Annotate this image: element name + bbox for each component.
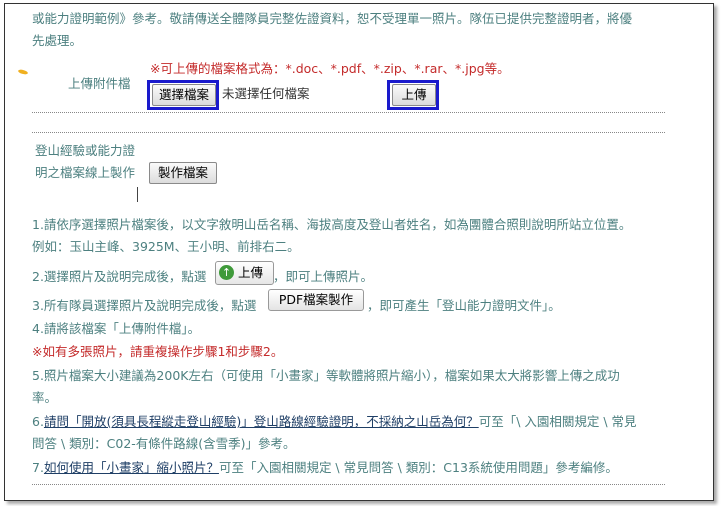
pdf-make-button[interactable]: PDF檔案製作 <box>268 289 364 311</box>
page-frame: 或能力證明範例》參考。敬請傳送全體隊員完整佐證資料，恕不受理單一照片。隊伍已提供… <box>4 3 714 501</box>
divider <box>32 132 665 133</box>
intro-line-2: 先處理。 <box>32 33 83 48</box>
step-4: 4.請將該檔案「上傳附件檔」。 <box>32 321 201 336</box>
step-2-suffix: ，即可上傳照片。 <box>273 269 374 284</box>
no-file-chosen-text: 未選擇任何檔案 <box>222 86 310 101</box>
step-6-suffix: 可至「\ 入園相關規定 \ 常見 <box>478 414 637 429</box>
step-3-prefix: 3.所有隊員選擇照片及說明完成後，點選 <box>32 298 257 313</box>
step-5-line-2: 率。 <box>32 390 58 405</box>
text-cursor <box>137 187 138 202</box>
step-6-prefix: 6. <box>32 414 44 429</box>
highlight-mark-icon <box>17 68 29 76</box>
step-5-line-1: 5.照片檔案大小建議為200K左右（可使用「小畫家」等軟體將照片縮小），檔案如果… <box>32 368 620 383</box>
online-label-line-2: 明之檔案線上製作 <box>35 165 136 180</box>
step-1-line-2: 例如：玉山主峰、3925M、王小明、前排右二。 <box>32 239 300 254</box>
step-6-line-1: 6.請問「開放(須具長程縱走登山經驗)」登山路線經驗證明，不採納之山岳為何？可至… <box>32 414 637 430</box>
multi-photo-note: ※如有多張照片，請重複操作步驟1和步驟2。 <box>32 344 284 359</box>
make-file-button[interactable]: 製作檔案 <box>149 162 217 184</box>
step-7-link[interactable]: 如何使用「小畫家」縮小照片？ <box>44 460 219 475</box>
step-7: 7.如何使用「小畫家」縮小照片？可至「入園相關規定 \ 常見問答 \ 類別：C1… <box>32 460 618 476</box>
step-6-line-2: 問答 \ 類別：C02-有條件路線(含雪季)」參考。 <box>32 436 296 451</box>
step-2-prefix: 2.選擇照片及說明完成後，點選 <box>32 269 207 284</box>
step-1-line-1: 1.請依序選擇照片檔案後，以文字敘明山岳名稱、海拔高度及登山者姓名，如為團體合照… <box>32 217 632 232</box>
step-7-prefix: 7. <box>32 460 44 475</box>
step-2-upload-button[interactable]: ↑ 上傳 <box>215 261 274 285</box>
upload-formats-note: ※可上傳的檔案格式為：*.doc、*.pdf、*.zip、*.rar、*.jpg… <box>150 61 510 76</box>
step-3-suffix: ，即可產生「登山能力證明文件」。 <box>367 298 561 313</box>
online-label-line-1: 登山經驗或能力證 <box>35 143 136 158</box>
upload-label: 上傳附件檔 <box>68 76 131 91</box>
divider <box>32 484 665 485</box>
choose-file-button[interactable]: 選擇檔案 <box>152 84 216 106</box>
upload-button[interactable]: 上傳 <box>392 84 436 106</box>
step-2-upload-label: 上傳 <box>238 265 264 280</box>
intro-line-1: 或能力證明範例》參考。敬請傳送全體隊員完整佐證資料，恕不受理單一照片。隊伍已提供… <box>32 11 633 26</box>
step-6-link[interactable]: 請問「開放(須具長程縱走登山經驗)」登山路線經驗證明，不採納之山岳為何？ <box>44 414 479 429</box>
upload-arrow-icon: ↑ <box>219 265 234 280</box>
step-7-suffix: 可至「入園相關規定 \ 常見問答 \ 類別：C13系統使用問題」參考編修。 <box>218 460 618 475</box>
divider <box>32 112 665 113</box>
